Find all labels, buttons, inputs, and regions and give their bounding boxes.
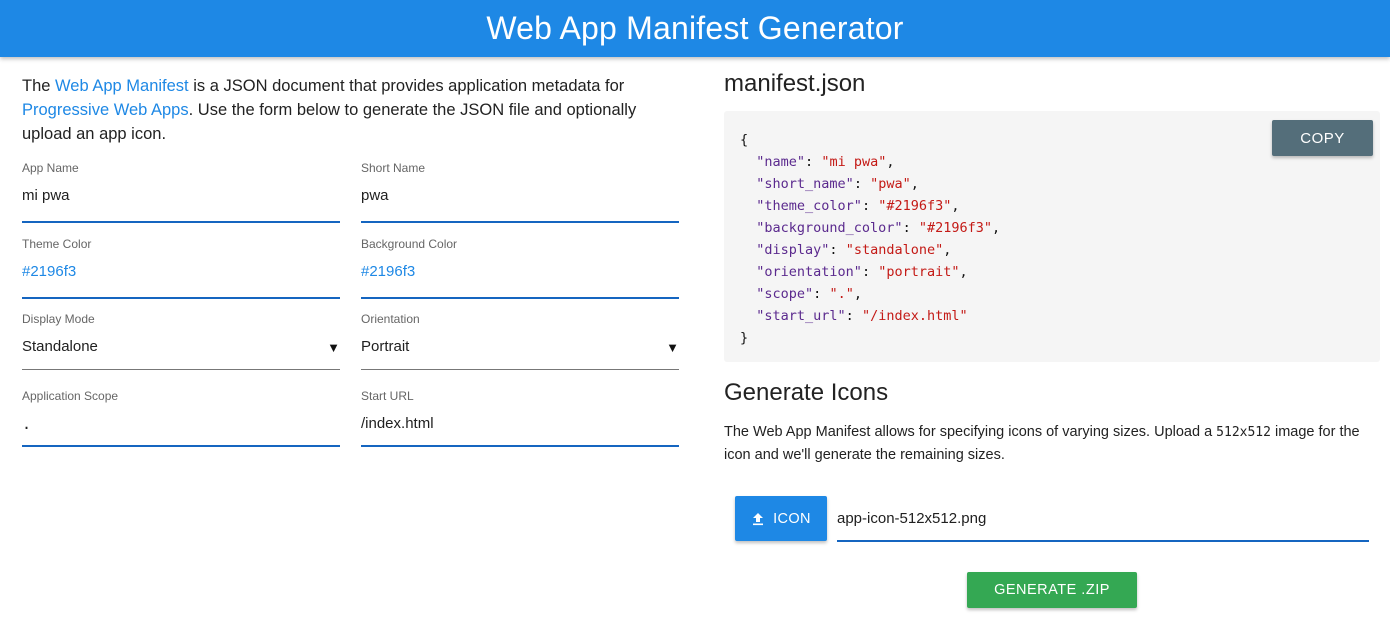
application-scope-label: Application Scope (22, 389, 119, 403)
theme-color-field[interactable]: Theme Color #2196f3 (22, 237, 340, 299)
background-color-label: Background Color (361, 237, 458, 251)
json-value: "#2196f3" (918, 220, 992, 236)
json-value: "pwa" (870, 176, 911, 192)
upload-icon-label: ICON (773, 510, 811, 527)
generate-zip-button[interactable]: GENERATE .ZIP (967, 572, 1137, 608)
short-name-input[interactable]: pwa (361, 187, 389, 204)
json-key: "orientation" (756, 264, 862, 280)
intro-text-part: The (22, 77, 56, 95)
short-name-field[interactable]: Short Name pwa (361, 161, 679, 223)
theme-color-input[interactable]: #2196f3 (22, 263, 76, 280)
upload-icon (753, 512, 764, 525)
start-url-input[interactable]: /index.html (361, 415, 434, 432)
application-scope-field[interactable]: Application Scope . (22, 389, 340, 447)
orientation-label: Orientation (361, 312, 420, 326)
app-name-label: App Name (22, 161, 79, 175)
manifest-json-code: { "name": "mi pwa", "short_name": "pwa",… (740, 132, 1001, 346)
generate-icons-heading: Generate Icons (724, 379, 889, 406)
background-color-input[interactable]: #2196f3 (361, 263, 415, 280)
display-mode-label: Display Mode (22, 312, 95, 326)
copy-button[interactable]: COPY (1272, 120, 1373, 156)
json-key: "display" (756, 242, 830, 258)
intro-text: The Web App Manifest is a JSON document … (22, 74, 662, 146)
background-color-field[interactable]: Background Color #2196f3 (361, 237, 679, 299)
size-code: 512x512 (1216, 425, 1271, 440)
short-name-label: Short Name (361, 161, 426, 175)
icon-filename-field[interactable]: app-icon-512x512.png (837, 498, 1369, 542)
json-key: "name" (756, 154, 806, 170)
intro-text-part: is a JSON document that provides applica… (188, 77, 625, 95)
json-key: "short_name" (756, 176, 854, 192)
progressive-web-apps-link[interactable]: Progressive Web Apps (22, 101, 189, 119)
json-value: "mi pwa" (821, 154, 887, 170)
app-name-input[interactable]: mi pwa (22, 187, 70, 204)
json-key: "background_color" (756, 220, 903, 236)
json-value: "/index.html" (861, 308, 968, 324)
json-key: "start_url" (756, 308, 846, 324)
theme-color-label: Theme Color (22, 237, 92, 251)
app-header: Web App Manifest Generator (0, 0, 1390, 57)
dropdown-arrow-icon[interactable]: ▼ (327, 340, 340, 355)
dropdown-arrow-icon[interactable]: ▼ (666, 340, 679, 355)
orientation-value[interactable]: Portrait (361, 338, 409, 355)
json-value: "#2196f3" (878, 198, 952, 214)
web-app-manifest-link[interactable]: Web App Manifest (55, 77, 189, 95)
display-mode-select[interactable]: Display Mode Standalone ▼ (22, 312, 340, 370)
orientation-select[interactable]: Orientation Portrait ▼ (361, 312, 679, 370)
description-text: The Web App Manifest allows for specifyi… (724, 424, 1217, 440)
generate-icons-description: The Web App Manifest allows for specifyi… (724, 421, 1380, 467)
json-key: "scope" (756, 286, 814, 302)
upload-icon-button[interactable]: ICON (735, 496, 827, 541)
json-value: "standalone" (845, 242, 944, 258)
start-url-label: Start URL (361, 389, 414, 403)
json-value: "portrait" (878, 264, 960, 280)
json-key: "theme_color" (756, 198, 862, 214)
manifest-heading: manifest.json (724, 70, 866, 97)
icon-filename: app-icon-512x512.png (837, 510, 987, 527)
page-title: Web App Manifest Generator (486, 10, 904, 46)
code-brace: } (740, 330, 749, 346)
manifest-code-block: { "name": "mi pwa", "short_name": "pwa",… (724, 111, 1380, 362)
display-mode-value[interactable]: Standalone (22, 338, 98, 355)
application-scope-input[interactable]: . (22, 415, 31, 433)
json-value: "." (829, 286, 854, 302)
app-name-field[interactable]: App Name mi pwa (22, 161, 340, 223)
code-brace: { (740, 132, 749, 148)
start-url-field[interactable]: Start URL /index.html (361, 389, 679, 447)
